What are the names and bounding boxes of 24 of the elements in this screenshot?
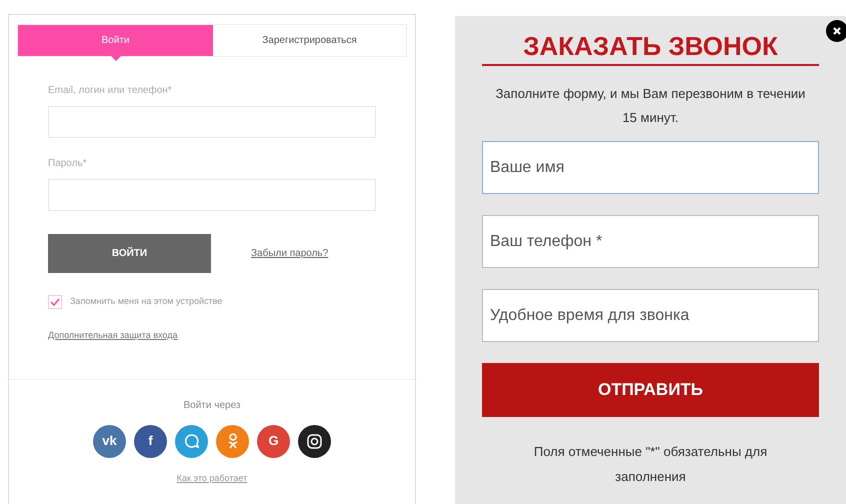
check-icon: [50, 298, 60, 306]
checkbox-label: Запомнить меня на этом устройстве: [70, 295, 222, 308]
social-login-title: Войти через: [183, 398, 241, 412]
modal-subtitle: Заполните форму, и мы Вам перезвоним в течении 15 минут.: [496, 85, 806, 127]
camera-icon: [307, 434, 322, 448]
person-icon: [228, 433, 238, 449]
field-label: Email, логин или телефон*: [48, 84, 173, 98]
input-field[interactable]: Ваше имя: [482, 141, 819, 194]
required-fields-note: Поля отмеченные "*" обязательны для заполнения: [532, 443, 768, 486]
input-field[interactable]: Удобное время для звонка: [482, 289, 819, 342]
social-login-button[interactable]: vk: [93, 424, 126, 458]
submit-button[interactable]: ОТПРАВИТЬ: [482, 363, 819, 417]
modal-title: ЗАКАЗАТЬ ЗВОНОК: [523, 30, 778, 63]
social-login-button[interactable]: [298, 424, 331, 458]
login-button[interactable]: ВОЙТИ: [48, 234, 211, 273]
extra-protection-link[interactable]: Дополнительная защита входа: [48, 329, 376, 342]
social-login-button[interactable]: G: [257, 424, 290, 458]
checkbox[interactable]: [48, 295, 62, 309]
forgot-password-link[interactable]: Забыли пароль?: [251, 246, 328, 261]
input-field[interactable]: Ваш телефон *: [482, 215, 819, 268]
tab-pointer-icon: [110, 56, 120, 61]
chat-bubble-icon: [184, 434, 198, 448]
field-label: Пароль*: [48, 157, 88, 171]
social-login-button[interactable]: f: [134, 424, 167, 458]
